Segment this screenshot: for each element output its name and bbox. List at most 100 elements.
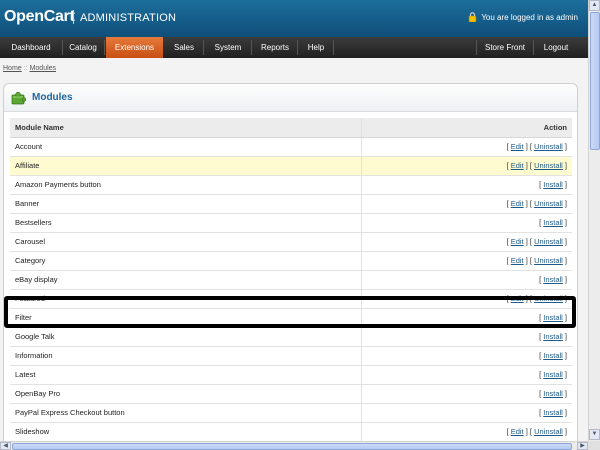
install-link[interactable]: Install: [543, 275, 563, 284]
menu-help[interactable]: Help: [299, 37, 333, 58]
menu-separator: [104, 40, 105, 55]
annotation-highlight-box: [4, 296, 576, 328]
vertical-scrollbar[interactable]: ▲ ▼: [588, 0, 600, 441]
module-name: Google Talk: [10, 327, 362, 347]
table-row: Amazon Payments button[ Install ]: [10, 175, 572, 195]
top-header: OpenCart ADMINISTRATION You are logged i…: [0, 0, 588, 37]
main-menu: Dashboard Catalog Extensions Sales Syste…: [0, 37, 588, 58]
module-name: Category: [10, 251, 362, 271]
install-link[interactable]: Install: [543, 218, 563, 227]
menu-sales[interactable]: Sales: [165, 37, 203, 58]
edit-link[interactable]: Edit: [511, 237, 524, 246]
module-actions: [ Edit ] [ Uninstall ]: [361, 232, 572, 252]
scroll-left-arrow-icon[interactable]: ◀: [0, 442, 11, 450]
uninstall-link[interactable]: Uninstall: [534, 161, 563, 170]
login-info: You are logged in as admin: [468, 12, 578, 22]
scroll-down-arrow-icon[interactable]: ▼: [589, 429, 600, 440]
admin-title: ADMINISTRATION: [80, 12, 177, 24]
breadcrumb-modules[interactable]: Modules: [30, 65, 56, 72]
edit-link[interactable]: Edit: [511, 256, 524, 265]
module-name: Account: [10, 137, 362, 157]
menu-separator: [297, 40, 298, 55]
breadcrumb-separator: ::: [23, 65, 28, 72]
lock-icon: [469, 12, 477, 22]
edit-link[interactable]: Edit: [511, 199, 524, 208]
install-link[interactable]: Install: [543, 351, 563, 360]
uninstall-link[interactable]: Uninstall: [534, 199, 563, 208]
module-name: OpenBay Pro: [10, 384, 362, 404]
module-actions: [ Edit ] [ Uninstall ]: [361, 137, 572, 157]
module-name: Banner: [10, 194, 362, 214]
column-header-action: Action: [361, 118, 572, 138]
vertical-scroll-thumb[interactable]: [590, 12, 600, 150]
module-actions: [ Install ]: [361, 327, 572, 347]
table-row: Bestsellers[ Install ]: [10, 213, 572, 233]
breadcrumb-home[interactable]: Home: [3, 65, 22, 72]
menu-separator: [533, 40, 534, 55]
opencart-logo[interactable]: OpenCart: [4, 8, 75, 26]
module-name: Affiliate: [10, 156, 362, 176]
logo-divider: [73, 10, 74, 24]
module-name: eBay display: [10, 270, 362, 290]
table-row: Information[ Install ]: [10, 346, 572, 366]
table-header-row: Module Name Action: [10, 118, 572, 138]
menu-system[interactable]: System: [205, 37, 251, 58]
uninstall-link[interactable]: Uninstall: [534, 142, 563, 151]
module-actions: [ Edit ] [ Uninstall ]: [361, 251, 572, 271]
module-actions: [ Install ]: [361, 175, 572, 195]
table-row: Carousel[ Edit ] [ Uninstall ]: [10, 232, 572, 252]
menu-dashboard[interactable]: Dashboard: [0, 37, 62, 58]
table-row: eBay display[ Install ]: [10, 270, 572, 290]
scroll-up-arrow-icon[interactable]: ▲: [589, 0, 600, 11]
menu-store-front[interactable]: Store Front: [477, 37, 533, 58]
scrollbar-corner: [588, 441, 600, 450]
menu-separator: [203, 40, 204, 55]
module-name: Information: [10, 346, 362, 366]
breadcrumb: Home:: Modules: [3, 65, 56, 72]
module-actions: [ Install ]: [361, 403, 572, 423]
install-link[interactable]: Install: [543, 408, 563, 417]
modules-box: Modules Module Name Action Account[ Edit…: [3, 83, 578, 450]
module-name: PayPal Express Checkout button: [10, 403, 362, 423]
module-actions: [ Edit ] [ Uninstall ]: [361, 194, 572, 214]
menu-catalog[interactable]: Catalog: [62, 37, 104, 58]
scroll-right-arrow-icon[interactable]: ▶: [577, 442, 588, 450]
table-row: PayPal Express Checkout button[ Install …: [10, 403, 572, 423]
menu-separator: [333, 40, 334, 55]
table-row: Banner[ Edit ] [ Uninstall ]: [10, 194, 572, 214]
box-heading: Modules: [4, 84, 577, 112]
edit-link[interactable]: Edit: [511, 161, 524, 170]
menu-logout[interactable]: Logout: [535, 37, 577, 58]
edit-link[interactable]: Edit: [511, 142, 524, 151]
module-actions: [ Install ]: [361, 270, 572, 290]
table-row: Latest[ Install ]: [10, 365, 572, 385]
module-actions: [ Install ]: [361, 213, 572, 233]
install-link[interactable]: Install: [543, 180, 563, 189]
table-row: OpenBay Pro[ Install ]: [10, 384, 572, 404]
horizontal-scrollbar[interactable]: ◀ ▶: [0, 441, 588, 450]
uninstall-link[interactable]: Uninstall: [534, 237, 563, 246]
edit-link[interactable]: Edit: [511, 427, 524, 436]
table-row: Affiliate[ Edit ] [ Uninstall ]: [10, 156, 572, 176]
horizontal-scroll-thumb[interactable]: [12, 443, 572, 450]
menu-extensions[interactable]: Extensions: [106, 37, 163, 58]
module-actions: [ Edit ] [ Uninstall ]: [361, 156, 572, 176]
table-row: Slideshow[ Edit ] [ Uninstall ]: [10, 422, 572, 442]
install-link[interactable]: Install: [543, 389, 563, 398]
uninstall-link[interactable]: Uninstall: [534, 256, 563, 265]
login-text: You are logged in as admin: [481, 12, 578, 22]
module-actions: [ Install ]: [361, 365, 572, 385]
table-row: Category[ Edit ] [ Uninstall ]: [10, 251, 572, 271]
menu-reports[interactable]: Reports: [253, 37, 297, 58]
table-row: Google Talk[ Install ]: [10, 327, 572, 347]
uninstall-link[interactable]: Uninstall: [534, 427, 563, 436]
column-header-module-name: Module Name: [10, 118, 362, 138]
table-row: Account[ Edit ] [ Uninstall ]: [10, 137, 572, 157]
module-name: Latest: [10, 365, 362, 385]
module-name: Carousel: [10, 232, 362, 252]
module-actions: [ Install ]: [361, 346, 572, 366]
puzzle-icon: [11, 91, 26, 105]
page-title: Modules: [32, 92, 73, 103]
install-link[interactable]: Install: [543, 370, 563, 379]
install-link[interactable]: Install: [543, 332, 563, 341]
